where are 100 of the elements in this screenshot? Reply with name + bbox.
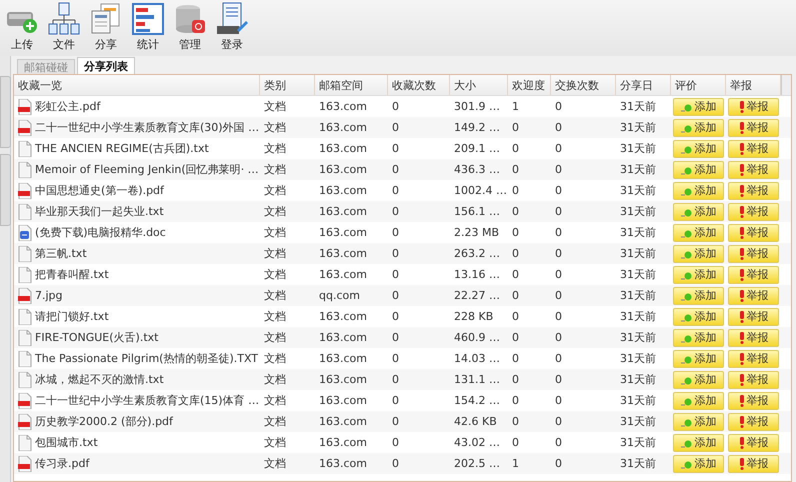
report-button[interactable]: 举报 bbox=[728, 244, 779, 262]
table-cell: 156.1 … bbox=[454, 205, 500, 218]
toolbar-button[interactable]: 分享 bbox=[88, 2, 124, 56]
table-cell: 163.com bbox=[319, 247, 367, 260]
scrollbar[interactable] bbox=[781, 75, 791, 95]
table-cell: 31天前 bbox=[620, 351, 656, 366]
add-rating-button[interactable]: 添加 bbox=[673, 350, 724, 368]
add-dot-icon bbox=[680, 102, 692, 112]
add-rating-button[interactable]: 添加 bbox=[673, 412, 724, 430]
table-cell: 31天前 bbox=[620, 246, 656, 261]
table-cell: 0 bbox=[555, 436, 562, 449]
exclamation-icon bbox=[738, 458, 744, 470]
side-tab[interactable] bbox=[0, 76, 11, 148]
table-cell: 文档 bbox=[264, 204, 286, 219]
tab[interactable]: 分享列表 bbox=[77, 57, 135, 74]
column-header[interactable]: 收藏次数 bbox=[388, 75, 450, 95]
table-cell: 202.5 … bbox=[454, 457, 500, 470]
file-name: 二十一世纪中小学生素质教育文库(15)体育 … bbox=[35, 393, 260, 408]
report-button[interactable]: 举报 bbox=[728, 412, 779, 430]
pdf-file-icon bbox=[18, 456, 32, 472]
table-cell: 163.com bbox=[319, 142, 367, 155]
toolbar-button[interactable]: 上传 bbox=[4, 2, 40, 56]
table-cell: 31天前 bbox=[620, 414, 656, 429]
add-dot-icon bbox=[680, 248, 692, 258]
report-button[interactable]: 举报 bbox=[728, 328, 779, 346]
column-header[interactable]: 邮箱空间 bbox=[315, 75, 388, 95]
column-header[interactable]: 评价 bbox=[671, 75, 726, 95]
table-cell: 31天前 bbox=[620, 372, 656, 387]
exclamation-icon bbox=[738, 268, 744, 280]
report-button[interactable]: 举报 bbox=[728, 454, 779, 472]
table-cell: 31天前 bbox=[620, 120, 656, 135]
column-header[interactable]: 交换次数 bbox=[551, 75, 616, 95]
report-button[interactable]: 举报 bbox=[728, 202, 779, 220]
add-dot-icon bbox=[680, 438, 692, 448]
table-cell: 14.03 … bbox=[454, 352, 500, 365]
add-rating-button[interactable]: 添加 bbox=[673, 224, 724, 242]
file-name: 彩虹公主.pdf bbox=[35, 99, 100, 114]
column-header[interactable]: 分享日 bbox=[616, 75, 671, 95]
table-cell: 1 bbox=[512, 100, 519, 113]
table-cell: 0 bbox=[392, 310, 399, 323]
word-file-icon bbox=[18, 224, 32, 240]
table-cell: 文档 bbox=[264, 456, 286, 471]
add-rating-button[interactable]: 添加 bbox=[673, 266, 724, 284]
table-cell: 0 bbox=[555, 205, 562, 218]
report-button[interactable]: 举报 bbox=[728, 286, 779, 304]
file-name: 第三帆.txt bbox=[35, 246, 87, 261]
add-rating-button[interactable]: 添加 bbox=[673, 328, 724, 346]
table-cell: 0 bbox=[392, 226, 399, 239]
add-rating-button[interactable]: 添加 bbox=[673, 140, 724, 158]
text-file-icon bbox=[18, 330, 32, 346]
side-tab[interactable] bbox=[0, 154, 11, 226]
column-header[interactable]: 收藏一览 bbox=[14, 75, 260, 95]
pdf-file-icon bbox=[18, 288, 32, 304]
add-rating-button[interactable]: 添加 bbox=[673, 370, 724, 388]
add-rating-button[interactable]: 添加 bbox=[673, 308, 724, 326]
add-rating-button[interactable]: 添加 bbox=[673, 454, 724, 472]
column-header[interactable]: 欢迎度 bbox=[508, 75, 551, 95]
report-button[interactable]: 举报 bbox=[728, 370, 779, 388]
add-rating-button[interactable]: 添加 bbox=[673, 118, 724, 136]
report-button[interactable]: 举报 bbox=[728, 308, 779, 326]
file-name: 毕业那天我们一起失业.txt bbox=[35, 204, 164, 219]
add-rating-button[interactable]: 添加 bbox=[673, 392, 724, 410]
report-button[interactable]: 举报 bbox=[728, 140, 779, 158]
add-dot-icon bbox=[680, 332, 692, 342]
table-cell: 163.com bbox=[319, 415, 367, 428]
report-button[interactable]: 举报 bbox=[728, 160, 779, 178]
toolbar-button[interactable]: 管理 bbox=[172, 2, 208, 56]
report-button[interactable]: 举报 bbox=[728, 266, 779, 284]
table-cell: 0 bbox=[555, 457, 562, 470]
report-button[interactable]: 举报 bbox=[728, 224, 779, 242]
report-button[interactable]: 举报 bbox=[728, 98, 779, 116]
toolbar-button[interactable]: 文件 bbox=[46, 2, 82, 56]
pdf-file-icon bbox=[18, 98, 32, 114]
toolbar-button[interactable]: 统计 bbox=[130, 2, 166, 56]
add-rating-button[interactable]: 添加 bbox=[673, 202, 724, 220]
report-button[interactable]: 举报 bbox=[728, 350, 779, 368]
report-button[interactable]: 举报 bbox=[728, 118, 779, 136]
table-cell: 301.9 … bbox=[454, 100, 500, 113]
add-rating-button[interactable]: 添加 bbox=[673, 160, 724, 178]
column-header[interactable]: 大小 bbox=[450, 75, 508, 95]
table-cell: 0 bbox=[512, 289, 519, 302]
column-header[interactable]: 类别 bbox=[260, 75, 315, 95]
add-rating-button[interactable]: 添加 bbox=[673, 286, 724, 304]
report-button[interactable]: 举报 bbox=[728, 182, 779, 200]
add-rating-button[interactable]: 添加 bbox=[673, 182, 724, 200]
add-rating-button[interactable]: 添加 bbox=[673, 434, 724, 452]
table-cell: 0 bbox=[512, 184, 519, 197]
add-rating-button[interactable]: 添加 bbox=[673, 98, 724, 116]
table-cell: 0 bbox=[512, 142, 519, 155]
table-cell: 0 bbox=[555, 268, 562, 281]
report-button[interactable]: 举报 bbox=[728, 434, 779, 452]
add-rating-button[interactable]: 添加 bbox=[673, 244, 724, 262]
table-cell: 0 bbox=[555, 142, 562, 155]
table-cell: 31天前 bbox=[620, 456, 656, 471]
report-button[interactable]: 举报 bbox=[728, 392, 779, 410]
table-cell: 0 bbox=[512, 310, 519, 323]
add-dot-icon bbox=[680, 396, 692, 406]
toolbar-button[interactable]: 登录 bbox=[214, 2, 250, 56]
pdf-file-icon bbox=[18, 182, 32, 198]
table-cell: 文档 bbox=[264, 246, 286, 261]
